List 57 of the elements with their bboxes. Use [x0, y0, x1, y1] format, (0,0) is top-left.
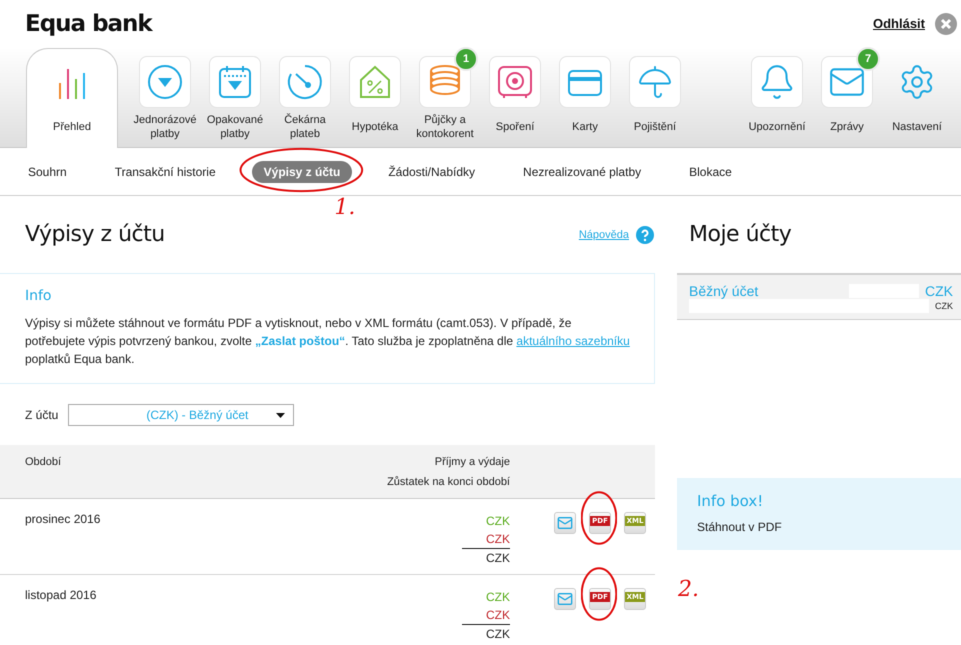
balance-amount: CZK [462, 624, 510, 643]
help-icon[interactable] [636, 226, 654, 244]
sub-tab[interactable]: Žádosti/Nabídky [376, 160, 488, 182]
annotation-number: 1. [334, 194, 356, 220]
envelope-icon [557, 591, 573, 607]
nav-tab[interactable]: Nastavení [882, 48, 952, 148]
nav-tab[interactable]: Pojištění [620, 48, 690, 148]
sub-tab[interactable]: Transakční historie [102, 160, 228, 182]
nav-tab[interactable]: Karty [550, 48, 620, 148]
income-amount: CZK [486, 513, 510, 530]
caret-icon [276, 412, 286, 418]
expense-amount: CZK [486, 607, 510, 624]
sub-tab[interactable]: Výpisy z účtu [252, 160, 352, 182]
nav-tab[interactable]: Jednorázové platby [130, 48, 200, 148]
sub-tab[interactable]: Nezrealizované platby [511, 160, 654, 182]
arrow-down-circle-icon [146, 63, 184, 101]
balance-currency: CZK [935, 301, 953, 311]
nav-tab[interactable]: Upozornění [742, 48, 812, 148]
page-title: Výpisy z účtu [25, 222, 165, 247]
field-label: Z účtu [25, 408, 58, 422]
count-badge: 1 [454, 47, 478, 71]
income-amount: CZK [486, 589, 510, 606]
envelope-icon [557, 515, 573, 531]
info-text: Výpisy si můžete stáhnout ve formátu PDF a vytisknout, nebo v XML formátu (camt.053). V případě, že potřebujete výpis potvrzený bankou, zvolte „Zaslat poštou“. Tato služba je zpoplatněna dle aktuálního sazebníku poplatků Equa bank. [25, 315, 630, 368]
safe-icon [496, 63, 534, 101]
account-currency: CZK [925, 283, 953, 299]
gauge-icon [286, 63, 324, 101]
umbrella-icon [637, 64, 673, 100]
sub-tab[interactable]: Souhrn [16, 160, 79, 182]
balance-amount: CZK [462, 548, 510, 567]
close-button[interactable] [935, 12, 957, 34]
nav-tab[interactable]: 1 Půjčky a kontokorent [410, 48, 480, 148]
nav-tab[interactable]: Hypotéka [340, 48, 410, 148]
expense-amount: CZK [486, 531, 510, 548]
nav-tab[interactable]: Spoření [480, 48, 550, 148]
nav-tab[interactable]: Přehled [26, 48, 118, 148]
logout-link[interactable]: Odhlásit [872, 16, 925, 31]
info-box-text: Stáhnout v PDF [697, 520, 783, 534]
close-icon [940, 18, 952, 30]
bank-logo: Equa bank [25, 10, 152, 36]
info-box-title: Info box! [697, 492, 764, 510]
send-by-post-button[interactable] [554, 512, 576, 534]
nav-tab[interactable]: Opakované platby [200, 48, 270, 148]
count-badge: 7 [856, 47, 880, 71]
column-header: Zůstatek na konci období [387, 476, 510, 488]
column-header: Období [25, 456, 62, 470]
sub-tab[interactable]: Blokace [677, 160, 744, 182]
sidebar-title: Moje účty [689, 222, 792, 247]
period-cell-text: prosinec 2016 [25, 512, 102, 528]
send-by-post-button[interactable] [554, 588, 576, 610]
column-header: Příjmy a výdaje [434, 456, 510, 468]
info-title: Info [25, 288, 52, 304]
period-cell-text: listopad 2016 [25, 588, 98, 604]
nav-tab[interactable]: Čekárna plateb [270, 48, 340, 148]
nav-tab[interactable]: 7 Zprávy [812, 48, 882, 148]
calendar-icon [216, 63, 254, 101]
annotation-number: 2. [678, 577, 699, 602]
